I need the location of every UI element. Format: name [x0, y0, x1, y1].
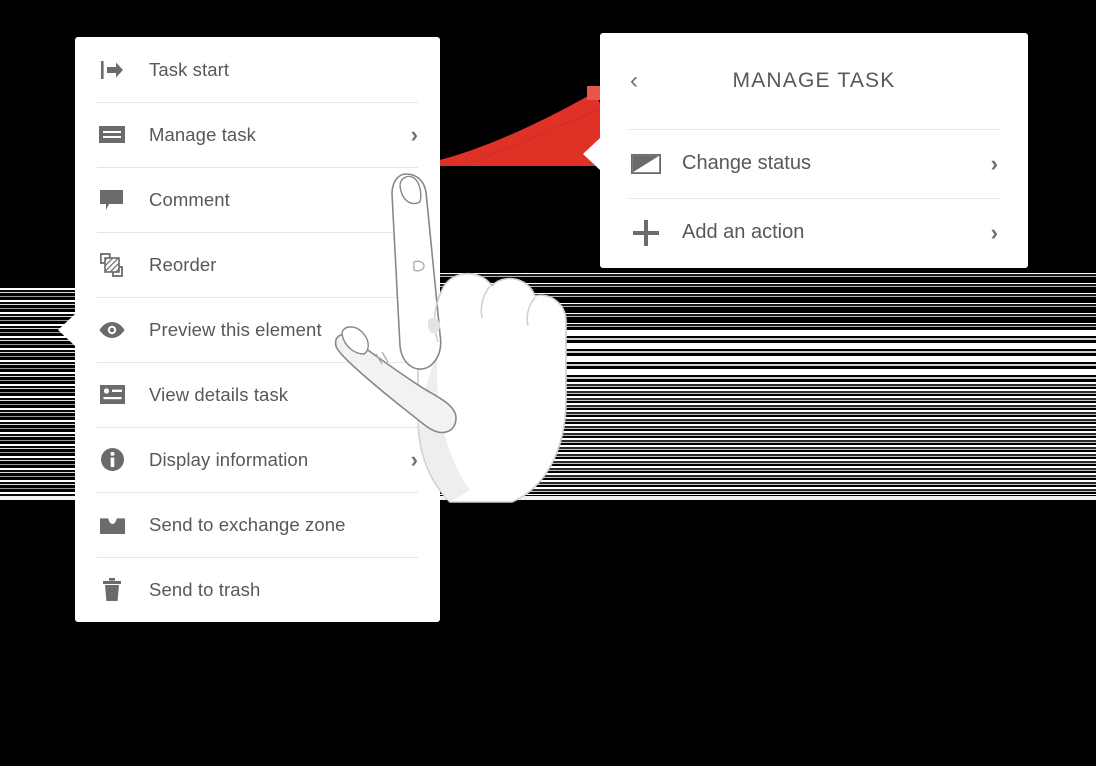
menu-item-task-start[interactable]: Task start — [75, 37, 440, 102]
task-start-icon — [97, 57, 127, 83]
menu-item-label: Send to trash — [149, 578, 261, 600]
reorder-icon — [97, 252, 127, 278]
sub-item-change-status[interactable]: Change status › — [600, 129, 1028, 198]
status-shape-icon — [630, 150, 662, 178]
page-title: MANAGE TASK — [732, 69, 896, 92]
sub-item-label: Add an action — [682, 221, 805, 243]
menu-item-label: Display information — [149, 448, 309, 470]
manage-task-icon — [97, 122, 127, 148]
chevron-right-icon: › — [990, 219, 998, 245]
back-chevron-icon[interactable]: ‹ — [630, 69, 650, 93]
menu-item-label: Reorder — [149, 253, 217, 275]
menu-item-send-to-trash[interactable]: Send to trash — [75, 557, 440, 622]
screenshot-stage: Task start Manage task › Comment › — [0, 0, 1096, 766]
manage-task-header: ‹ MANAGE TASK — [600, 33, 1028, 129]
comment-icon — [97, 187, 127, 213]
chevron-right-icon: › — [990, 150, 998, 176]
menu-pointer-notch — [58, 314, 75, 346]
menu-item-label: Preview this element — [149, 318, 322, 340]
inbox-tray-icon — [97, 512, 127, 538]
info-circle-icon — [97, 447, 127, 473]
menu-item-label: Comment — [149, 188, 230, 210]
trash-icon — [97, 577, 127, 603]
manage-task-panel: ‹ MANAGE TASK Change status › Add an act… — [583, 33, 1028, 268]
eye-icon — [97, 317, 127, 343]
menu-item-label: Manage task — [149, 123, 257, 145]
menu-item-label: Send to exchange zone — [149, 513, 346, 535]
pointing-hand-illustration — [334, 173, 567, 503]
id-card-icon — [97, 382, 127, 408]
sub-item-label: Change status — [682, 152, 811, 174]
plus-icon — [630, 219, 662, 247]
menu-item-label: View details task — [149, 383, 289, 405]
menu-item-label: Task start — [149, 58, 230, 80]
chevron-right-icon: › — [410, 121, 418, 147]
sub-item-add-an-action[interactable]: Add an action › — [600, 198, 1028, 267]
